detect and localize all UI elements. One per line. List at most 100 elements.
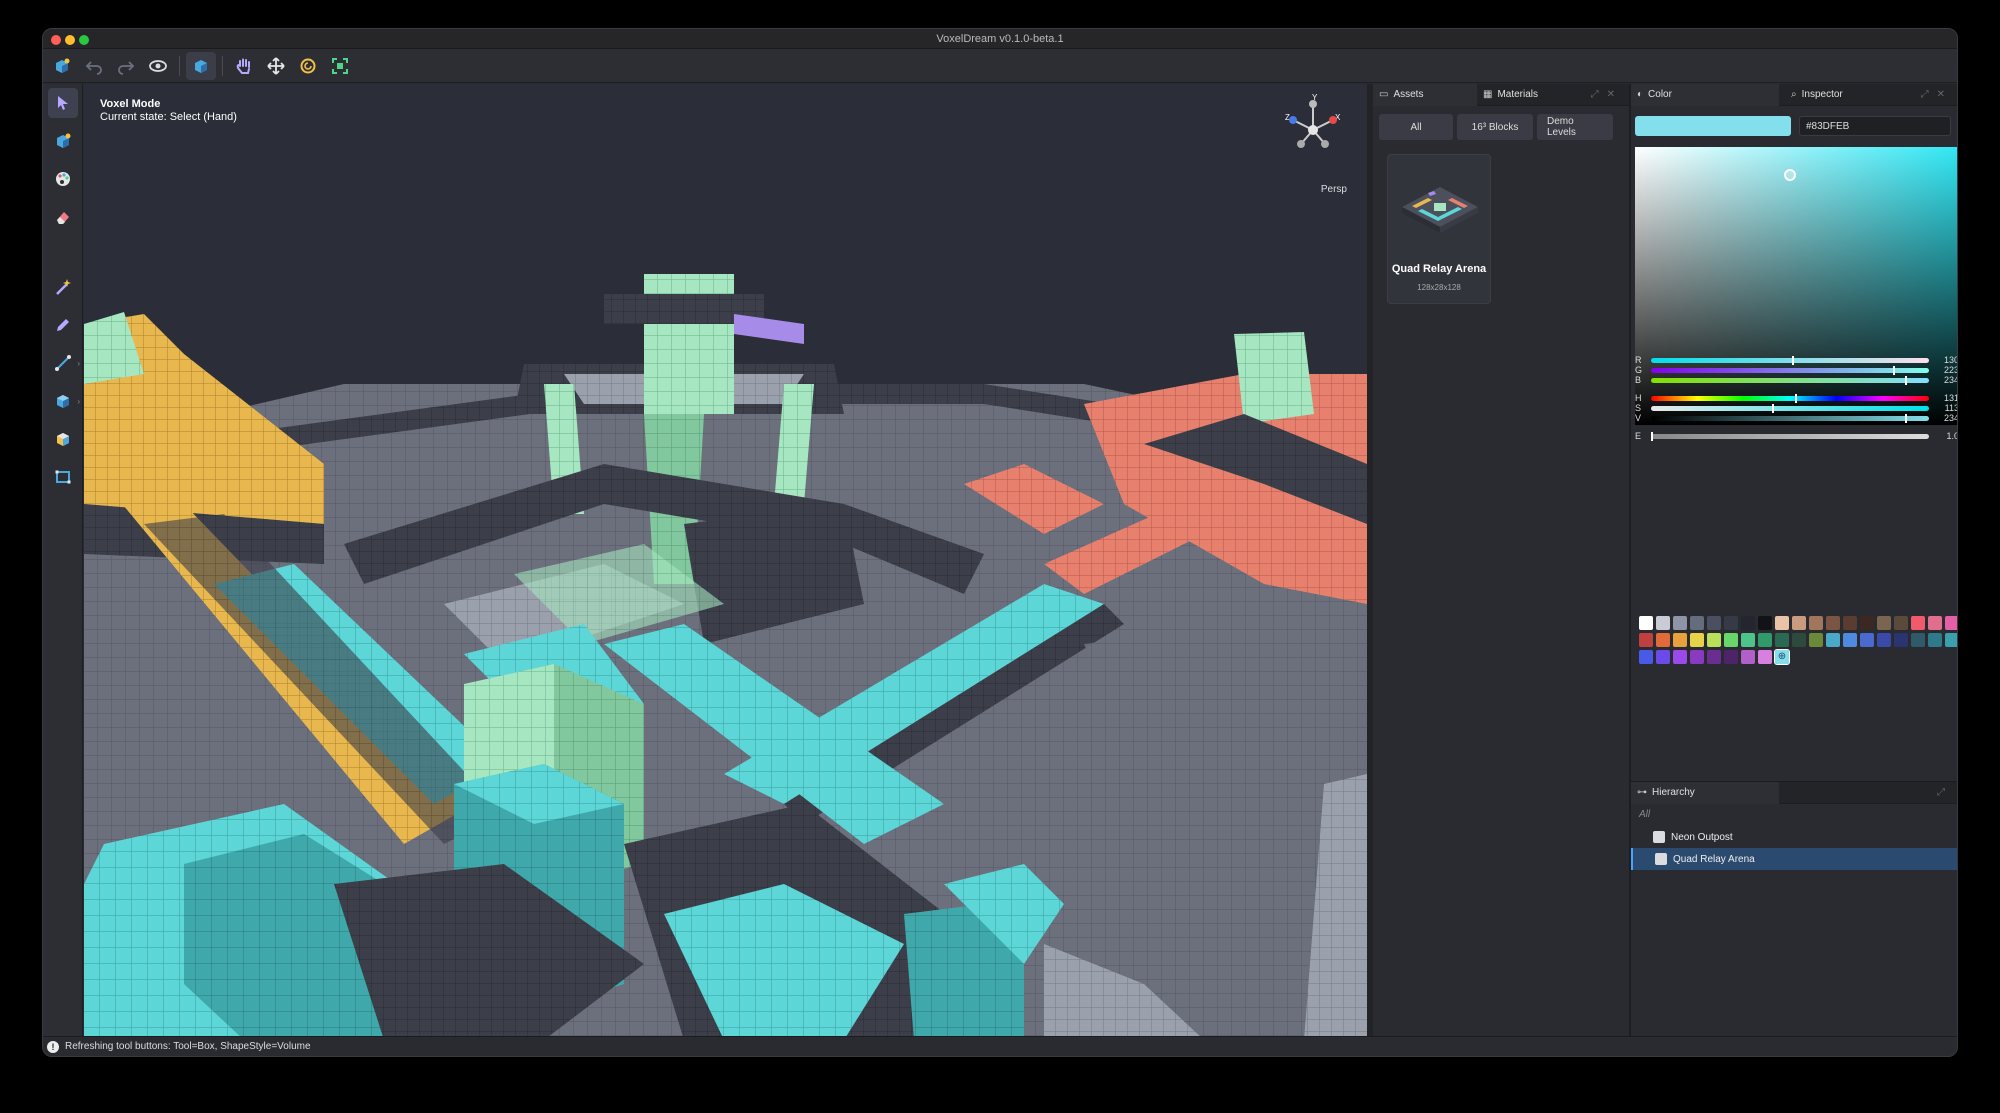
palette-swatch[interactable] (1639, 616, 1653, 630)
cube-view-icon[interactable] (186, 51, 216, 80)
palette-swatch[interactable] (1911, 616, 1925, 630)
palette-swatch[interactable] (1724, 616, 1738, 630)
slider-track[interactable] (1651, 414, 1929, 423)
palette-swatch[interactable] (1690, 650, 1704, 664)
palette-swatch[interactable] (1792, 616, 1806, 630)
redo-icon[interactable] (111, 52, 141, 80)
move-icon[interactable] (261, 52, 291, 80)
slider-track[interactable] (1651, 356, 1929, 365)
palette-swatch[interactable] (1945, 633, 1957, 647)
palette-swatch[interactable] (1792, 633, 1806, 647)
palette-swatch[interactable] (1741, 633, 1755, 647)
palette-swatch[interactable] (1928, 633, 1942, 647)
palette-swatch[interactable] (1673, 650, 1687, 664)
hand-icon[interactable] (229, 52, 259, 80)
asset-card[interactable]: Quad Relay Arena 128x28x128 (1387, 154, 1491, 304)
slider-track[interactable] (1651, 376, 1929, 385)
palette-swatch[interactable] (1809, 633, 1823, 647)
palette-swatch[interactable] (1826, 616, 1840, 630)
slider-knob[interactable] (1651, 432, 1653, 441)
palette-swatch[interactable] (1724, 633, 1738, 647)
hierarchy-item-selected[interactable]: Quad Relay Arena (1631, 848, 1957, 870)
pencil-icon[interactable] (48, 310, 78, 340)
palette-swatch[interactable] (1656, 616, 1670, 630)
slider-r[interactable]: R 130 (1635, 355, 1957, 365)
palette-swatch[interactable] (1639, 633, 1653, 647)
palette-swatch[interactable] (1741, 616, 1755, 630)
filter-demo-levels-button[interactable]: Demo Levels (1537, 114, 1613, 140)
palette-swatch[interactable] (1707, 633, 1721, 647)
slider-knob[interactable] (1904, 414, 1907, 423)
eraser-icon[interactable] (48, 202, 78, 232)
slider-b[interactable]: B 234 (1635, 375, 1957, 385)
voxel-cube-icon[interactable] (48, 126, 78, 156)
slider-knob[interactable] (1772, 404, 1775, 413)
slider-track[interactable] (1651, 394, 1929, 403)
panel-window-controls[interactable]: ⤢ (1937, 787, 1953, 798)
palette-swatch[interactable] (1707, 616, 1721, 630)
rotate-icon[interactable] (293, 52, 323, 80)
tab-color[interactable]: ◐ Color (1631, 83, 1779, 106)
fit-icon[interactable] (325, 52, 355, 80)
hierarchy-item[interactable]: Neon Outpost (1631, 826, 1957, 848)
slider-e[interactable]: E 1.0 (1635, 431, 1957, 441)
palette-swatch[interactable] (1673, 616, 1687, 630)
slider-knob[interactable] (1791, 356, 1794, 365)
palette-swatch[interactable] (1860, 616, 1874, 630)
palette-swatch[interactable] (1894, 633, 1908, 647)
palette-icon[interactable] (48, 164, 78, 194)
palette-swatch[interactable] (1843, 633, 1857, 647)
select-arrow-icon[interactable] (48, 88, 78, 118)
palette-swatch[interactable] (1843, 616, 1857, 630)
box-icon[interactable]: › (48, 386, 80, 416)
slider-v[interactable]: V 234 (1635, 413, 1957, 423)
hex-input[interactable]: #83DFEB (1799, 116, 1951, 136)
palette-swatch[interactable] (1656, 633, 1670, 647)
palette-swatch[interactable] (1690, 633, 1704, 647)
tab-assets[interactable]: ▭ Assets (1373, 83, 1477, 106)
palette-swatch[interactable] (1758, 650, 1772, 664)
palette-swatch[interactable] (1860, 633, 1874, 647)
current-color-swatch[interactable] (1635, 116, 1791, 136)
magic-wand-icon[interactable] (48, 272, 78, 302)
slider-track[interactable] (1651, 404, 1929, 413)
eye-icon[interactable] (143, 52, 173, 80)
rectangle-icon[interactable] (48, 462, 78, 492)
line-icon[interactable]: › (48, 348, 80, 378)
palette-swatch[interactable] (1894, 616, 1908, 630)
slider-h[interactable]: H 131 (1635, 393, 1957, 403)
palette-swatch[interactable]: ⊕ (1774, 649, 1790, 665)
slider-s[interactable]: S 113 (1635, 403, 1957, 413)
palette-swatch[interactable] (1911, 633, 1925, 647)
palette-swatch[interactable] (1945, 616, 1957, 630)
palette-swatch[interactable] (1673, 633, 1687, 647)
palette-swatch[interactable] (1690, 616, 1704, 630)
tab-inspector[interactable]: ⌕ Inspector (1785, 84, 1933, 106)
app-icon[interactable] (47, 52, 77, 80)
palette-swatch[interactable] (1775, 616, 1789, 630)
palette-swatch[interactable] (1707, 650, 1721, 664)
palette-swatch[interactable] (1826, 633, 1840, 647)
palette-swatch[interactable] (1741, 650, 1755, 664)
3d-viewport[interactable]: Voxel Mode Current state: Select (Hand) … (84, 84, 1367, 1040)
palette-swatch[interactable] (1758, 633, 1772, 647)
slider-track[interactable] (1651, 366, 1929, 375)
palette-swatch[interactable] (1656, 650, 1670, 664)
slider-g[interactable]: G 223 (1635, 365, 1957, 375)
filter-blocks-button[interactable]: 16³ Blocks (1457, 114, 1533, 140)
panel-window-controls[interactable]: ⤢✕ (1921, 89, 1953, 100)
sv-handle[interactable] (1784, 169, 1796, 181)
slider-knob[interactable] (1892, 366, 1895, 375)
palette-swatch[interactable] (1809, 616, 1823, 630)
undo-icon[interactable] (79, 52, 109, 80)
slider-knob[interactable] (1904, 376, 1907, 385)
tab-materials[interactable]: ▦ Materials (1477, 84, 1581, 106)
palette-swatch[interactable] (1724, 650, 1738, 664)
cube-shape-icon[interactable] (48, 424, 78, 454)
hierarchy-filter[interactable]: All (1639, 809, 1650, 820)
filter-all-button[interactable]: All (1379, 114, 1453, 140)
palette-swatch[interactable] (1877, 616, 1891, 630)
projection-label[interactable]: Persp (1321, 184, 1347, 195)
palette-swatch[interactable] (1928, 616, 1942, 630)
slider-knob[interactable] (1794, 394, 1797, 403)
